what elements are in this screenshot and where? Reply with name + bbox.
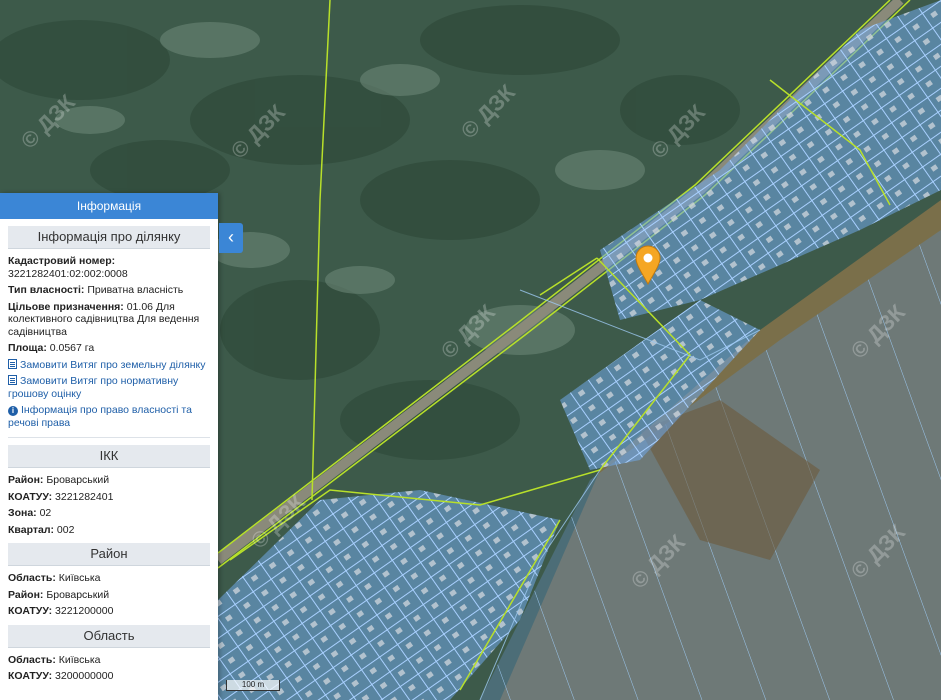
area-value: 0.0567 га bbox=[49, 342, 95, 354]
cadastral-number-label: Кадастровий номер: bbox=[8, 255, 116, 267]
rayon-oblast: Область: Київська bbox=[8, 572, 101, 584]
document-icon bbox=[8, 358, 17, 369]
scale-bar: 100 m bbox=[226, 680, 280, 691]
cadastral-number-value: 3221282401:02:002:0008 bbox=[8, 267, 128, 280]
document-icon bbox=[8, 375, 17, 385]
order-extract-link[interactable]: Замовити Витяг про земельну ділянку bbox=[8, 358, 210, 372]
ownership-type-value: Приватна власність bbox=[87, 284, 184, 296]
oblast-koatuu: КОАТУУ: 3200000000 bbox=[8, 670, 114, 682]
ikk-section-title: ІКК bbox=[8, 445, 210, 468]
area: Площа: 0.0567 га bbox=[8, 342, 95, 354]
ownership-type: Тип власності: Приватна власність bbox=[8, 284, 184, 296]
oblast-section-title: Область bbox=[8, 624, 210, 648]
info-panel: Інформація Інформація про ділянку Кадаст… bbox=[0, 193, 218, 700]
order-valuation-link[interactable]: Замовити Витяг про нормативну грошову оц… bbox=[8, 375, 210, 400]
rayon-koatuu: КОАТУУ: 3221200000 bbox=[8, 605, 114, 617]
divider bbox=[8, 437, 210, 438]
rayon-district: Район: Броварський bbox=[8, 588, 110, 601]
rayon-section-title: Район bbox=[8, 543, 210, 566]
ikk-district: Район: Броварський bbox=[8, 474, 110, 486]
purpose: Цільове призначення: 01.06 Для колективн… bbox=[8, 300, 200, 338]
oblast-name: Область: Київська bbox=[8, 653, 101, 666]
ikk-koatuu: КОАТУУ: 3221282401 bbox=[8, 490, 114, 503]
collapse-panel-button[interactable]: ‹ bbox=[219, 223, 243, 253]
ikk-quarter: Квартал: 002 bbox=[8, 523, 75, 536]
panel-header: Інформація bbox=[0, 193, 218, 219]
parcel-section-title: Інформація про ділянку bbox=[8, 226, 210, 249]
info-icon: i bbox=[8, 406, 18, 416]
ikk-zone: Зона: 02 bbox=[8, 507, 52, 519]
chevron-left-icon: ‹ bbox=[228, 227, 234, 247]
ownership-rights-link[interactable]: i Інформація про право власності та речов… bbox=[8, 404, 210, 429]
